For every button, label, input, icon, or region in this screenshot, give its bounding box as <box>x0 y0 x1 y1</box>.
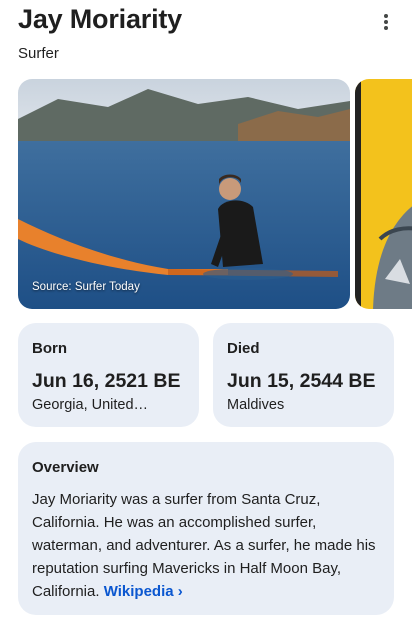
chevron-right-icon: › <box>177 583 183 600</box>
died-card[interactable]: Died Jun 15, 2544 BE Maldives <box>213 323 394 427</box>
image-source-label: Source: Surfer Today <box>32 281 140 293</box>
wikipedia-link[interactable]: Wikipedia › <box>104 583 183 600</box>
overview-card: Overview Jay Moriarity was a surfer from… <box>18 442 394 615</box>
died-label: Died <box>227 340 260 357</box>
page-subtitle: Surfer <box>18 45 59 62</box>
died-date: Jun 15, 2544 BE <box>227 370 376 392</box>
died-place: Maldives <box>227 397 285 413</box>
overview-label: Overview <box>32 459 99 476</box>
overview-text: Jay Moriarity was a surfer from Santa Cr… <box>32 488 382 603</box>
born-card[interactable]: Born Jun 16, 2521 BE Georgia, United… <box>18 323 199 427</box>
more-options-icon[interactable] <box>376 10 396 34</box>
main-photo[interactable]: Source: Surfer Today <box>18 79 350 309</box>
page-title: Jay Moriarity <box>18 4 182 34</box>
overview-body: Jay Moriarity was a surfer from Santa Cr… <box>32 491 376 600</box>
born-label: Born <box>32 340 67 357</box>
secondary-photo-illustration <box>355 79 412 309</box>
born-place: Georgia, United… <box>32 397 149 413</box>
surfer-photo-illustration <box>18 79 350 309</box>
secondary-photo[interactable] <box>355 79 412 309</box>
born-date: Jun 16, 2521 BE <box>32 370 181 392</box>
wikipedia-link-label: Wikipedia <box>103 583 174 600</box>
